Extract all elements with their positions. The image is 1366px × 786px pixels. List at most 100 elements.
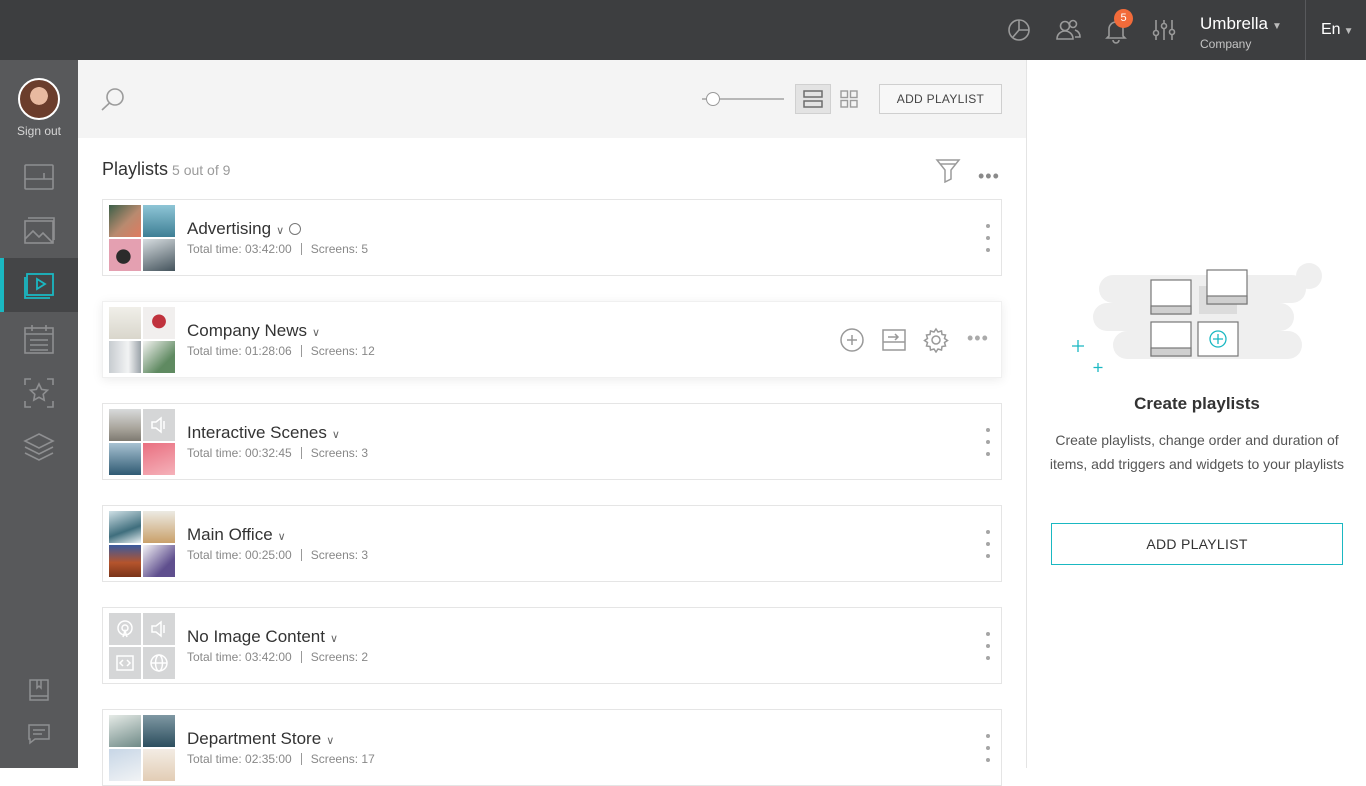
zoom-slider-handle[interactable] bbox=[706, 92, 720, 106]
thumbnail bbox=[109, 307, 141, 339]
total-time: Total time: 00:32:45 bbox=[187, 446, 292, 460]
playlist-name[interactable]: Department Store bbox=[187, 729, 321, 748]
language-label: En bbox=[1321, 21, 1341, 38]
thumbnail bbox=[109, 715, 141, 747]
playlist-name[interactable]: Company News bbox=[187, 321, 307, 340]
org-name: Umbrella bbox=[1200, 14, 1269, 33]
layers-icon[interactable] bbox=[0, 420, 78, 474]
playlist-row[interactable]: Interactive Scenes ∨ Total time: 00:32:45… bbox=[102, 403, 1002, 480]
org-sub: Company bbox=[1200, 37, 1252, 51]
divider bbox=[300, 243, 302, 255]
screens-count: Screens: 2 bbox=[310, 650, 369, 664]
chevron-down-icon[interactable]: ∨ bbox=[332, 429, 340, 441]
thumbnail bbox=[143, 443, 175, 475]
create-playlist-panel: Create playlists Create playlists, chang… bbox=[1026, 60, 1366, 768]
playlist-name[interactable]: No Image Content bbox=[187, 627, 325, 646]
thumbnail bbox=[143, 205, 175, 237]
kebab-menu-icon[interactable] bbox=[985, 224, 991, 252]
playlist-row[interactable]: Department Store ∨ Total time: 02:35:00 Sc… bbox=[102, 709, 1002, 786]
code-icon bbox=[109, 647, 141, 679]
playlist-thumbnails bbox=[109, 205, 175, 271]
settings-icon[interactable] bbox=[923, 327, 949, 354]
more-options-icon[interactable]: ••• bbox=[967, 328, 989, 349]
total-time: Total time: 03:42:00 bbox=[187, 242, 292, 256]
avatar[interactable] bbox=[18, 78, 60, 120]
chevron-down-icon[interactable]: ∨ bbox=[276, 225, 284, 237]
thumbnail bbox=[143, 307, 175, 339]
chevron-down-icon[interactable]: ∨ bbox=[278, 531, 286, 543]
language-switcher[interactable]: En ▼ bbox=[1321, 21, 1353, 39]
widgets-icon[interactable] bbox=[0, 366, 78, 420]
total-time: Total time: 02:35:00 bbox=[187, 752, 292, 766]
thumbnail bbox=[143, 511, 175, 543]
screens-count: Screens: 5 bbox=[310, 242, 369, 256]
total-time: Total time: 00:25:00 bbox=[187, 548, 292, 562]
playlist-name[interactable]: Advertising bbox=[187, 219, 271, 238]
thumbnail bbox=[109, 205, 141, 237]
top-bar: 5 Umbrella ▼ Company En ▼ bbox=[0, 0, 1366, 60]
list-view-button[interactable] bbox=[795, 84, 831, 114]
divider bbox=[300, 549, 302, 561]
speaker-icon bbox=[143, 409, 175, 441]
thumbnail bbox=[109, 443, 141, 475]
playlist-row[interactable]: Company News ∨ Total time: 01:28:06 Screen… bbox=[102, 301, 1002, 378]
divider bbox=[300, 345, 302, 357]
caret-down-icon: ▼ bbox=[1272, 21, 1282, 32]
kebab-menu-icon[interactable] bbox=[985, 428, 991, 456]
filter-icon[interactable] bbox=[935, 157, 961, 184]
caret-down-icon: ▼ bbox=[1343, 26, 1354, 37]
screens-count: Screens: 12 bbox=[310, 344, 375, 358]
thumbnail bbox=[143, 545, 175, 577]
sidebar: Sign out bbox=[0, 60, 78, 768]
playlist-row[interactable]: No Image Content ∨ Total time: 03:42:00 Sc… bbox=[102, 607, 1002, 684]
total-time: Total time: 03:42:00 bbox=[187, 650, 292, 664]
divider bbox=[300, 753, 302, 765]
divider bbox=[1305, 0, 1306, 60]
kebab-menu-icon[interactable] bbox=[985, 734, 991, 762]
screens-icon[interactable] bbox=[0, 150, 78, 204]
thumbnail bbox=[143, 239, 175, 271]
org-switcher[interactable]: Umbrella ▼ Company bbox=[1200, 14, 1282, 51]
playlist-row[interactable]: Advertising ∨ Total time: 03:42:00 Screens… bbox=[102, 199, 1002, 276]
chevron-down-icon[interactable]: ∨ bbox=[312, 327, 320, 339]
kebab-menu-icon[interactable] bbox=[985, 530, 991, 558]
speaker-icon bbox=[143, 613, 175, 645]
sign-out-link[interactable]: Sign out bbox=[0, 124, 78, 138]
playlists-icon[interactable] bbox=[0, 258, 78, 312]
divider bbox=[300, 651, 302, 663]
sliders-icon[interactable] bbox=[1150, 16, 1178, 44]
panel-description: Create playlists, change order and durat… bbox=[1049, 432, 1345, 472]
grid-view-button[interactable] bbox=[831, 84, 867, 114]
panel-add-playlist-button[interactable]: ADD PLAYLIST bbox=[1051, 523, 1343, 565]
assign-screen-icon[interactable] bbox=[881, 327, 907, 353]
thumbnail bbox=[143, 749, 175, 781]
chevron-down-icon[interactable]: ∨ bbox=[326, 735, 334, 747]
add-playlist-button[interactable]: ADD PLAYLIST bbox=[879, 84, 1002, 114]
chevron-down-icon[interactable]: ∨ bbox=[330, 633, 338, 645]
screens-count: Screens: 3 bbox=[310, 446, 369, 460]
list-title: Playlists bbox=[102, 159, 169, 179]
thumbnail bbox=[109, 545, 141, 577]
chat-icon[interactable] bbox=[27, 722, 51, 746]
playlist-name[interactable]: Interactive Scenes bbox=[187, 423, 327, 442]
playlist-thumbnails bbox=[109, 715, 175, 781]
search-icon[interactable] bbox=[100, 86, 126, 112]
add-item-icon[interactable] bbox=[839, 327, 865, 353]
kebab-menu-icon[interactable] bbox=[985, 632, 991, 660]
thumbnail bbox=[109, 341, 141, 373]
playlist-name[interactable]: Main Office bbox=[187, 525, 273, 544]
users-icon[interactable] bbox=[1054, 16, 1082, 44]
docs-icon[interactable] bbox=[27, 678, 51, 702]
total-time: Total time: 01:28:06 bbox=[187, 344, 292, 358]
playlist-row[interactable]: Main Office ∨ Total time: 00:25:00 Screens… bbox=[102, 505, 1002, 582]
media-icon[interactable] bbox=[0, 204, 78, 258]
playlist-thumbnails bbox=[109, 307, 175, 373]
list-count: 5 out of 9 bbox=[172, 162, 231, 178]
thumbnail bbox=[109, 409, 141, 441]
main-content: ADD PLAYLIST Playlists 5 out of 9 ••• Adv… bbox=[78, 60, 1026, 786]
screens-count: Screens: 3 bbox=[310, 548, 369, 562]
more-options-icon[interactable]: ••• bbox=[978, 166, 1000, 187]
thumbnail bbox=[109, 239, 141, 271]
analytics-icon[interactable] bbox=[1005, 16, 1033, 44]
schedule-icon[interactable] bbox=[0, 312, 78, 366]
